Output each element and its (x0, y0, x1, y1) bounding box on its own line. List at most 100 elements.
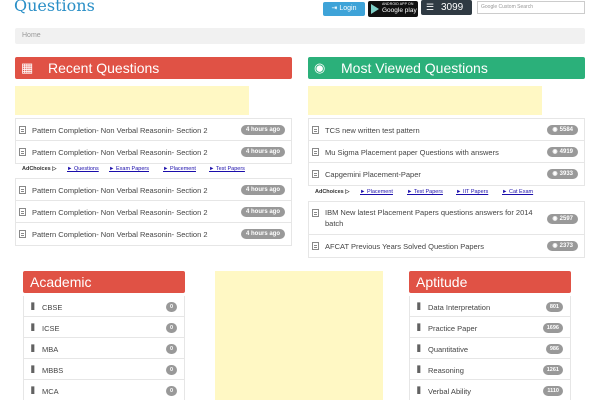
category-item[interactable]: ⫼ Verbal Ability 1110 (410, 380, 570, 400)
aptitude-header: Aptitude (409, 271, 571, 293)
eye-icon: ◉ (552, 171, 558, 177)
adchoices-label[interactable]: AdChoices ▷ (315, 189, 350, 195)
eye-icon: ◉ (552, 149, 558, 155)
ad-link[interactable]: ► Cat Exam (502, 189, 533, 195)
document-icon (312, 126, 319, 134)
ad-links-recent: AdChoices ▷ ► Questions ► Exam Papers ► … (22, 164, 292, 176)
books-icon: ⫼ (417, 302, 421, 311)
most-viewed-header: ◉ Most Viewed Questions (308, 57, 585, 79)
play-store-icon (371, 4, 379, 14)
search-input[interactable]: Google Custom Search (477, 1, 585, 14)
document-icon (19, 126, 26, 134)
document-icon (312, 148, 319, 156)
ad-link[interactable]: ► Exam Papers (109, 166, 149, 172)
ad-links-most-viewed: AdChoices ▷ ► Placement ► Test Papers ► … (315, 187, 585, 199)
document-icon (312, 242, 319, 250)
list-icon: ☰ (426, 2, 435, 12)
books-icon: ⫼ (31, 302, 35, 311)
views-badge: ◉ 3933 (547, 169, 578, 179)
document-icon (312, 209, 319, 217)
eye-icon: ◉ (552, 216, 558, 222)
recent-questions-header: ▦ Recent Questions (15, 57, 292, 79)
category-item[interactable]: ⫼ MBBS 0 (24, 359, 184, 380)
google-play-badge[interactable]: ANDROID APP ON Google play (368, 1, 418, 17)
site-logo[interactable]: Questions (14, 0, 95, 15)
ad-link[interactable]: ► Test Papers (407, 189, 443, 195)
count-badge: 0 (165, 302, 177, 312)
document-icon (19, 186, 26, 194)
category-item[interactable]: ⫼ ICSE 0 (24, 317, 184, 338)
books-icon: ⫼ (417, 323, 421, 332)
count-badge: 986 (545, 344, 563, 354)
books-icon: ⫼ (31, 323, 35, 332)
count-badge: 0 (165, 323, 177, 333)
ad-link[interactable]: ► Questions (67, 166, 99, 172)
ad-link[interactable]: ► Placement (163, 166, 196, 172)
document-icon (19, 208, 26, 216)
eye-icon: ◉ (552, 243, 558, 249)
list-item[interactable]: Pattern Completion- Non Verbal Reasonin-… (16, 119, 291, 141)
ad-link[interactable]: ► IIT Papers (456, 189, 488, 195)
category-item[interactable]: ⫼ Data Interpretation 801 (410, 296, 570, 317)
ad-banner-middle[interactable] (215, 271, 383, 400)
views-badge: ◉ 2373 (547, 241, 578, 251)
count-badge: 1696 (542, 323, 563, 333)
count-badge: 801 (545, 302, 563, 312)
ad-banner[interactable] (15, 86, 249, 115)
list-item[interactable]: Pattern Completion- Non Verbal Reasonin-… (16, 223, 291, 245)
views-badge: ◉ 2597 (547, 214, 578, 224)
list-item[interactable]: Mu Sigma Placement paper Questions with … (309, 141, 584, 163)
views-badge: ◉ 5584 (547, 125, 578, 135)
views-badge: ◉ 4919 (547, 147, 578, 157)
document-icon (19, 230, 26, 238)
academic-list: ⫼ CBSE 0 ⫼ ICSE 0 ⫼ MBA 0 ⫼ MBBS 0 ⫼ MCA 0 (23, 296, 185, 400)
time-badge: 4 hours ago (240, 125, 285, 135)
books-icon: ⫼ (417, 386, 421, 395)
list-item[interactable]: Capgemini Placement-Paper ◉ 3933 (309, 163, 584, 185)
list-item[interactable]: IBM New latest Placement Papers question… (309, 202, 584, 235)
books-icon: ⫼ (417, 365, 421, 374)
ad-banner[interactable] (308, 86, 542, 115)
academic-header: Academic (23, 271, 185, 293)
adchoices-label[interactable]: AdChoices ▷ (22, 166, 57, 172)
gplay-small-text: ANDROID APP ON (382, 2, 414, 6)
list-item[interactable]: TCS new written test pattern ◉ 5584 (309, 119, 584, 141)
ad-link[interactable]: ► Placement (360, 189, 393, 195)
login-label: Login (339, 5, 357, 12)
aptitude-list: ⫼ Data Interpretation 801 ⫼ Practice Paper 1… (409, 296, 571, 400)
document-icon (19, 148, 26, 156)
category-item[interactable]: ⫼ CBSE 0 (24, 296, 184, 317)
eye-icon: ◉ (314, 60, 326, 75)
count-badge: 0 (165, 344, 177, 354)
list-item[interactable]: Pattern Completion- Non Verbal Reasonin-… (16, 201, 291, 223)
time-badge: 4 hours ago (240, 147, 285, 157)
login-button[interactable]: ⇥ Login (323, 2, 365, 16)
books-icon: ⫼ (31, 344, 35, 353)
search-placeholder: Google Custom Search (481, 4, 533, 10)
time-badge: 4 hours ago (240, 229, 285, 239)
recent-questions-title: Recent Questions (48, 60, 160, 76)
category-item[interactable]: ⫼ Practice Paper 1696 (410, 317, 570, 338)
category-item[interactable]: ⫼ MCA 0 (24, 380, 184, 400)
category-item[interactable]: ⫼ Reasoning 1261 (410, 359, 570, 380)
category-item[interactable]: ⫼ Quantitative 986 (410, 338, 570, 359)
list-item[interactable]: AFCAT Previous Years Solved Question Pap… (309, 235, 584, 257)
count-badge: 1110 (543, 386, 563, 396)
document-icon (312, 170, 319, 178)
top-bar: Questions ⇥ Login ANDROID APP ON Google p… (0, 0, 600, 20)
eye-icon: ◉ (552, 127, 558, 133)
question-count: 3099 (441, 2, 464, 13)
breadcrumb-home[interactable]: Home (22, 32, 41, 39)
count-badge: 1261 (542, 365, 563, 375)
most-viewed-list-bottom: IBM New latest Placement Papers question… (308, 201, 585, 258)
books-icon: ⫼ (31, 365, 35, 374)
aptitude-title: Aptitude (416, 274, 468, 290)
ad-link[interactable]: ► Test Papers (209, 166, 245, 172)
list-item[interactable]: Pattern Completion- Non Verbal Reasonin-… (16, 141, 291, 163)
most-viewed-title: Most Viewed Questions (341, 60, 488, 76)
time-badge: 4 hours ago (240, 207, 285, 217)
category-item[interactable]: ⫼ MBA 0 (24, 338, 184, 359)
recent-list-bottom: Pattern Completion- Non Verbal Reasonin-… (15, 178, 292, 246)
list-item[interactable]: Pattern Completion- Non Verbal Reasonin-… (16, 179, 291, 201)
recent-list-top: Pattern Completion- Non Verbal Reasonin-… (15, 118, 292, 164)
